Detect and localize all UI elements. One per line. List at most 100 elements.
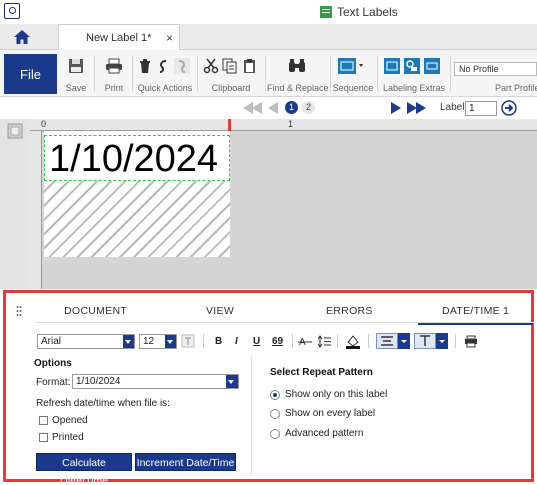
font-family-select[interactable]: Arial [37, 334, 135, 349]
chevron-down-icon [401, 340, 407, 343]
app-icon[interactable] [4, 3, 20, 19]
toolbar-divider [203, 334, 204, 348]
ribbon-divider [94, 56, 95, 92]
find-replace-label: Find & Replace [267, 83, 329, 93]
binoculars-icon [289, 59, 305, 72]
delete-icon[interactable] [138, 58, 152, 74]
radio-advanced-pattern-text: Advanced pattern [285, 428, 364, 439]
tab-document[interactable]: DOCUMENT [64, 305, 127, 317]
ruler-label-edge-marker [228, 119, 231, 131]
previous-label-icon[interactable] [268, 102, 278, 114]
vertical-align-button[interactable] [414, 333, 436, 349]
date-format-value: 1/10/2024 [76, 376, 121, 387]
chevron-down-icon [439, 340, 445, 343]
file-button[interactable]: File [4, 54, 57, 94]
page-1-indicator[interactable]: 1 [285, 101, 298, 114]
print-button[interactable]: Print [100, 50, 128, 97]
tab-new-label-1-text: New Label 1* [86, 31, 152, 44]
label-preset-icon[interactable] [384, 58, 400, 74]
save-icon [69, 59, 83, 73]
ruler-mark-1: 1 [288, 119, 294, 129]
align-center-button[interactable] [376, 333, 398, 349]
part-profile-label: Part Profile [495, 83, 537, 93]
vertical-align-dropdown[interactable] [436, 333, 448, 349]
clipboard-group: Clipboard [200, 50, 262, 97]
strikethrough-icon[interactable]: A [298, 335, 312, 348]
label-barcode-icon[interactable] [424, 58, 440, 74]
toolbar-divider [455, 334, 456, 348]
home-icon [14, 30, 30, 44]
window-title: Text Labels [320, 5, 398, 19]
ruler-mark-0: 0 [41, 119, 47, 129]
format-label: Format: [36, 377, 71, 388]
sequence-label: Sequence [332, 83, 374, 93]
opened-checkbox[interactable] [39, 416, 48, 425]
home-button[interactable] [0, 24, 44, 50]
labeling-extras-label: Labeling Extras [382, 83, 446, 93]
align-dropdown-button[interactable] [398, 333, 410, 349]
font-size-select[interactable]: 12 [139, 334, 177, 349]
close-tab-icon[interactable]: × [166, 31, 173, 45]
text-labels-icon [320, 6, 332, 18]
cut-icon[interactable] [203, 58, 219, 74]
redo-icon[interactable] [174, 58, 190, 74]
date-object[interactable]: 1/10/2024 [44, 135, 230, 181]
first-label-icon-b [252, 102, 262, 114]
ribbon-divider [450, 56, 451, 92]
tab-date-time-1[interactable]: DATE/TIME 1 [418, 305, 534, 325]
canvas-side-strip [0, 119, 30, 289]
ribbon-divider [265, 56, 266, 92]
find-replace-button[interactable]: Find & Replace [267, 50, 329, 97]
label-number-input[interactable]: 1 [465, 101, 497, 116]
page-2-indicator[interactable]: 2 [302, 101, 315, 114]
print-preview-icon[interactable] [464, 335, 478, 348]
tab-view[interactable]: VIEW [206, 305, 234, 317]
copy-icon[interactable] [222, 58, 238, 74]
auto-size-icon[interactable] [181, 334, 195, 348]
refresh-heading: Refresh date/time when file is: [36, 398, 170, 409]
title-bar: Text Labels [0, 0, 537, 24]
label-number-prompt: Label: [440, 102, 468, 113]
underline-button[interactable]: U [253, 336, 260, 347]
tab-errors[interactable]: ERRORS [326, 305, 373, 317]
save-button[interactable]: Save [62, 50, 90, 97]
radio-show-only-this-label[interactable] [270, 390, 280, 400]
ribbon-divider [132, 56, 133, 92]
go-to-label-icon[interactable] [501, 100, 517, 116]
ribbon-divider [197, 56, 198, 92]
undo-icon[interactable] [157, 58, 169, 74]
part-profile-select[interactable]: No Profile [454, 62, 537, 76]
italic-button[interactable]: I [235, 336, 238, 347]
calculate-date-time-button[interactable]: Calculate Date/Time [36, 453, 132, 485]
opened-checkbox-label: Opened [52, 415, 88, 426]
fill-color-icon[interactable] [345, 334, 361, 349]
toolbar-divider [292, 334, 293, 348]
paste-icon[interactable] [242, 58, 258, 74]
next-label-icon[interactable] [391, 102, 401, 114]
bold-button[interactable]: B [215, 336, 222, 347]
drag-handle-icon[interactable] [16, 305, 22, 317]
font-size-value: 12 [143, 336, 155, 347]
save-label: Save [65, 83, 87, 93]
radio-show-every-label[interactable] [270, 409, 280, 419]
clipboard-label: Clipboard [211, 83, 251, 93]
printed-checkbox[interactable] [39, 433, 48, 442]
printed-checkbox-label: Printed [52, 432, 84, 443]
align-center-icon [381, 336, 393, 346]
radio-advanced-pattern[interactable] [270, 429, 280, 439]
chevron-down-icon [123, 335, 134, 348]
label-preview[interactable]: 1/10/2024 [44, 131, 230, 257]
date-format-select[interactable]: 1/10/2024 [72, 374, 239, 389]
chevron-down-icon [165, 335, 176, 348]
increment-date-time-button[interactable]: Increment Date/Time [135, 453, 236, 471]
chevron-down-icon [226, 375, 238, 388]
layout-toggle-icon[interactable] [7, 123, 23, 139]
sequence-button[interactable]: Sequence [332, 50, 374, 97]
rotate-text-button[interactable]: 69 [272, 336, 283, 347]
label-tool-icon[interactable] [404, 58, 420, 74]
tab-new-label-1[interactable]: New Label 1* × [58, 24, 180, 50]
toolbar-divider [337, 334, 338, 348]
options-heading: Options [34, 358, 72, 369]
panel-column-divider [251, 356, 252, 476]
line-spacing-icon[interactable] [318, 335, 332, 348]
